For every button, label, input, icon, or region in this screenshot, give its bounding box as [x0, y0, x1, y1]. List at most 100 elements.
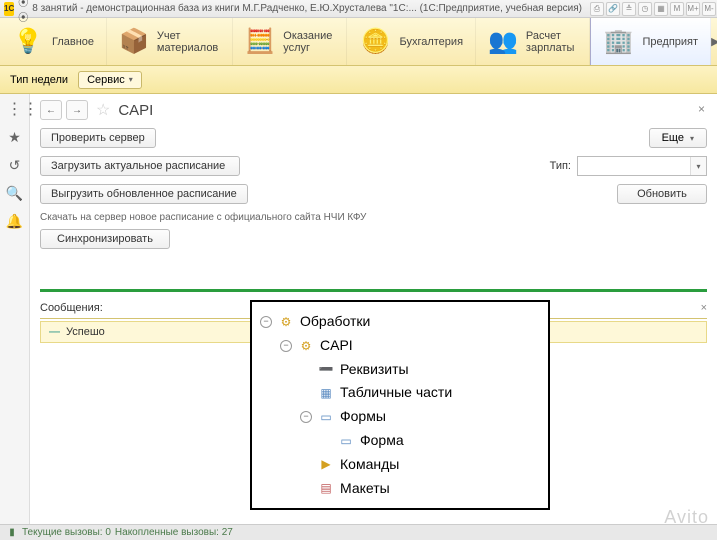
type-label: Тип: [550, 160, 571, 172]
tree-node-icon: ▤ [318, 480, 334, 496]
expand-icon[interactable]: − [280, 340, 292, 352]
compare-icon[interactable]: ≙ [622, 2, 636, 16]
tree-node-icon: ⚙ [278, 314, 294, 330]
watermark: Avito [664, 507, 709, 528]
more-label: Еще [662, 132, 684, 144]
tree-item[interactable]: ▦ Табличные части [260, 381, 540, 405]
expand-icon[interactable]: − [260, 316, 272, 328]
config-tree-overlay: −⚙Обработки−⚙CAPI➖Реквизиты▦Табличные ча… [250, 300, 550, 510]
load-schedule-button[interactable]: Загрузить актуальное расписание [40, 156, 240, 176]
section-icon: 🧮 [245, 26, 275, 58]
more-button[interactable]: Еще ▾ [649, 128, 707, 148]
link-icon[interactable]: 🔗 [606, 2, 620, 16]
tree-node-label: Табличные части [340, 381, 452, 405]
section-icon: 📦 [119, 26, 149, 58]
message-dash-icon: — [49, 326, 60, 338]
search-icon[interactable]: 🔍 [6, 184, 24, 202]
sub-toolbar: Тип недели Сервис ▾ [0, 66, 717, 94]
titlebar-tools: ⎙ 🔗 ≙ ◷ ▦ M M+ M- i [590, 2, 717, 16]
statusbar: ▮ Текущие вызовы: 0 Накопленные вызовы: … [0, 524, 717, 540]
section-label: Расчет зарплаты [526, 30, 577, 54]
section-4[interactable]: 👥 Расчет зарплаты [476, 18, 589, 65]
favorite-star-icon[interactable]: ☆ [96, 100, 110, 120]
app-logo: 1C [4, 2, 14, 16]
section-label: Главное [52, 36, 94, 48]
tree-item[interactable]: ▶ Команды [260, 453, 540, 477]
tree-item[interactable]: ➖ Реквизиты [260, 358, 540, 382]
type-value [578, 157, 690, 175]
week-type-label: Тип недели [10, 74, 68, 86]
tab-close-button[interactable]: × [698, 102, 705, 116]
check-server-button[interactable]: Проверить сервер [40, 128, 156, 148]
section-toolbar: 💡 Главное 📦 Учет материалов 🧮 Оказание услуг 🪙… [0, 18, 717, 66]
refresh-button[interactable]: Обновить [617, 184, 707, 204]
message-text: Успешо [66, 326, 105, 338]
description-text: Скачать на сервер новое расписание с офи… [40, 212, 707, 223]
m-icon[interactable]: M [670, 2, 684, 16]
nav-back-button[interactable]: ← [40, 100, 62, 120]
section-icon: 🪙 [359, 26, 391, 58]
tree-node-icon: ▭ [318, 409, 334, 425]
tree-node-label: Формы [340, 405, 386, 429]
chevron-down-icon: ▾ [129, 75, 133, 84]
bell-icon[interactable]: 🔔 [6, 212, 24, 230]
messages-close-button[interactable]: × [701, 302, 707, 314]
m-minus-icon[interactable]: M- [702, 2, 716, 16]
expand-icon[interactable]: − [300, 411, 312, 423]
messages-label: Сообщения: [40, 302, 103, 314]
history-icon[interactable]: ↺ [6, 156, 24, 174]
tree-node-icon: ▭ [338, 433, 354, 449]
section-icon: 👥 [488, 26, 518, 58]
section-label: Предприят [643, 36, 699, 48]
tree-node-label: Реквизиты [340, 358, 409, 382]
sections-scroll-right[interactable]: ▶ [711, 18, 717, 65]
tree-node-icon: ➖ [318, 361, 334, 377]
tree-node-label: Команды [340, 453, 399, 477]
accumulated-calls: Накопленные вызовы: 27 [115, 527, 233, 538]
tree-node-icon: ▦ [318, 385, 334, 401]
nav-forward-button[interactable]: → [66, 100, 88, 120]
calc-icon[interactable]: ▦ [654, 2, 668, 16]
section-0[interactable]: 💡 Главное [0, 18, 107, 65]
unload-schedule-button[interactable]: Выгрузить обновленное расписание [40, 184, 248, 204]
tree-node-label: Макеты [340, 477, 390, 501]
sections-grid-icon[interactable]: ⋮⋮⋮ [6, 100, 24, 118]
type-dropdown[interactable]: ▾ [577, 156, 707, 176]
section-1[interactable]: 📦 Учет материалов [107, 18, 233, 65]
current-calls: Текущие вызовы: 0 [22, 527, 111, 538]
section-icon: 🏢 [603, 26, 635, 58]
perf-icon: ▮ [6, 527, 18, 539]
titlebar: 1C ⦿ ⦿ 8 занятий - демонстрационная база… [0, 0, 717, 18]
section-5[interactable]: 🏢 Предприят [590, 18, 712, 65]
m-plus-icon[interactable]: M+ [686, 2, 700, 16]
page-title: CAPI [118, 102, 153, 119]
left-panel: ⋮⋮⋮ ★ ↺ 🔍 🔔 [0, 94, 30, 524]
favorites-icon[interactable]: ★ [6, 128, 24, 146]
chevron-down-icon: ▾ [690, 134, 694, 143]
window-title: 8 занятий - демонстрационная база из кни… [32, 3, 582, 14]
service-label: Сервис [87, 74, 125, 86]
tree-item[interactable]: −⚙ CAPI [260, 334, 540, 358]
section-3[interactable]: 🪙 Бухгалтерия [347, 18, 476, 65]
tree-node-label: CAPI [320, 334, 353, 358]
tree-node-icon: ▶ [318, 457, 334, 473]
tree-node-label: Форма [360, 429, 404, 453]
tree-item[interactable]: ▭ Форма [260, 429, 540, 453]
section-label: Оказание услуг [283, 30, 334, 54]
tree-item[interactable]: ▤ Макеты [260, 477, 540, 501]
section-icon: 💡 [12, 26, 44, 58]
section-label: Учет материалов [157, 30, 220, 54]
chevron-down-icon: ▾ [690, 157, 706, 175]
tree-item[interactable]: −⚙ Обработки [260, 310, 540, 334]
service-button[interactable]: Сервис ▾ [78, 71, 142, 89]
sync-button[interactable]: Синхронизировать [40, 229, 170, 249]
section-label: Бухгалтерия [399, 36, 463, 48]
tree-node-icon: ⚙ [298, 338, 314, 354]
section-2[interactable]: 🧮 Оказание услуг [233, 18, 347, 65]
separator [40, 289, 707, 292]
print-icon[interactable]: ⎙ [590, 2, 604, 16]
clock-icon[interactable]: ◷ [638, 2, 652, 16]
config-tree: −⚙Обработки−⚙CAPI➖Реквизиты▦Табличные ча… [260, 310, 540, 500]
tree-node-label: Обработки [300, 310, 370, 334]
tree-item[interactable]: −▭ Формы [260, 405, 540, 429]
